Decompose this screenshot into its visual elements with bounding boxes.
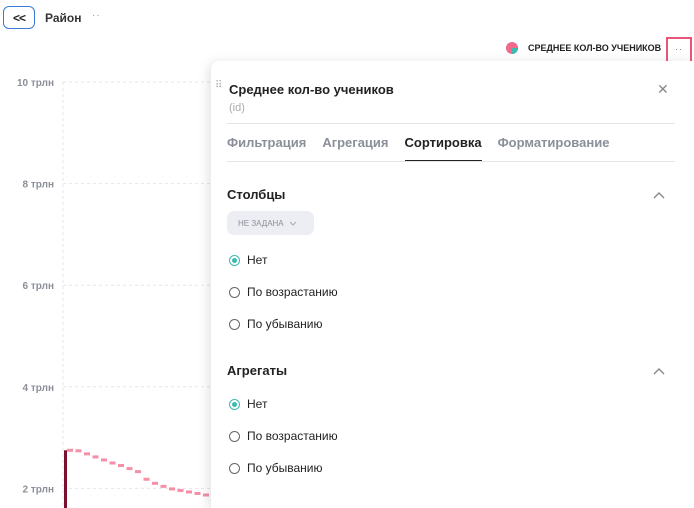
legend-label: СРЕДНЕЕ КОЛ-ВО УЧЕНИКОВ (528, 43, 662, 53)
radio-label: По убыванию (247, 317, 323, 331)
y-tick-label: 10 трлн (17, 78, 54, 89)
tab-filter[interactable]: Фильтрация (227, 135, 306, 162)
title-more-icon[interactable]: ·· (92, 10, 101, 21)
tab-formatting[interactable]: Форматирование (498, 135, 610, 162)
series-point[interactable] (143, 477, 150, 481)
column-select-label: НЕ ЗАДАНА (238, 218, 284, 228)
series-point[interactable] (169, 487, 175, 491)
aggregates-sort-desc[interactable]: По убыванию (229, 461, 323, 475)
legend[interactable]: СРЕДНЕЕ КОЛ-ВО УЧЕНИКОВ (505, 41, 661, 55)
page-title: Район (45, 11, 82, 25)
divider (227, 123, 675, 124)
divider (227, 161, 675, 162)
series-point[interactable] (126, 467, 133, 471)
aggregates-sort-asc[interactable]: По возрастанию (229, 429, 338, 443)
chart-series-points (67, 448, 209, 497)
y-tick-label: 8 трлн (23, 180, 55, 191)
radio-label: Нет (247, 253, 268, 267)
radio-label: По возрастанию (247, 285, 338, 299)
y-axis-ticks: 10 трлн 8 трлн 6 трлн 4 трлн 2 трлн (17, 78, 54, 495)
columns-sort-desc[interactable]: По убыванию (229, 317, 323, 331)
back-button[interactable]: << (3, 6, 35, 29)
columns-sort-none[interactable]: Нет (229, 253, 267, 267)
series-point[interactable] (101, 458, 107, 462)
chevron-up-icon[interactable] (653, 191, 665, 199)
series-point[interactable] (109, 461, 116, 465)
series-point[interactable] (92, 455, 99, 459)
aggregates-section-title: Агрегаты (227, 363, 288, 378)
series-point[interactable] (118, 464, 124, 468)
series-settings-panel: ⠿ Среднее кол-во учеников (id) ✕ Фильтра… (211, 61, 694, 508)
aggregates-sort-none[interactable]: Нет (229, 397, 267, 411)
series-point[interactable] (186, 490, 192, 494)
chart-bar[interactable] (64, 450, 67, 508)
column-select-chip[interactable]: НЕ ЗАДАНА (227, 211, 314, 235)
tab-sorting[interactable]: Сортировка (404, 135, 482, 162)
radio-label: По возрастанию (247, 429, 338, 443)
radio-button[interactable] (229, 398, 240, 410)
chart-bars (64, 450, 67, 508)
columns-sort-asc[interactable]: По возрастанию (229, 285, 338, 299)
chevron-down-icon (289, 221, 296, 226)
series-point[interactable] (194, 491, 201, 495)
series-point[interactable] (160, 484, 167, 488)
columns-section-title: Столбцы (227, 187, 286, 202)
close-icon[interactable]: ✕ (657, 81, 669, 98)
series-point[interactable] (177, 488, 184, 492)
panel-tabs: Фильтрация Агрегация Сортировка Форматир… (227, 135, 625, 162)
tab-aggregation[interactable]: Агрегация (322, 135, 388, 162)
series-point[interactable] (203, 493, 209, 497)
y-tick-label: 2 трлн (23, 484, 55, 495)
series-point[interactable] (67, 448, 73, 452)
radio-button[interactable] (229, 286, 240, 298)
radio-button[interactable] (229, 318, 240, 330)
radio-label: Нет (247, 397, 268, 411)
y-tick-label: 4 трлн (23, 383, 55, 394)
radio-button[interactable] (229, 430, 240, 442)
series-point[interactable] (75, 449, 82, 453)
series-point[interactable] (135, 470, 141, 474)
panel-title: Среднее кол-во учеников (229, 82, 394, 97)
radio-button[interactable] (229, 462, 240, 474)
pie-chart-icon (506, 42, 518, 54)
y-tick-label: 6 трлн (23, 281, 55, 292)
radio-button[interactable] (229, 254, 240, 266)
radio-label: По убыванию (247, 461, 323, 475)
drag-handle-icon[interactable]: ⠿ (215, 81, 222, 91)
panel-subtitle: (id) (229, 102, 245, 114)
chevron-up-icon[interactable] (653, 367, 665, 375)
series-point[interactable] (152, 481, 158, 485)
series-point[interactable] (84, 452, 90, 456)
